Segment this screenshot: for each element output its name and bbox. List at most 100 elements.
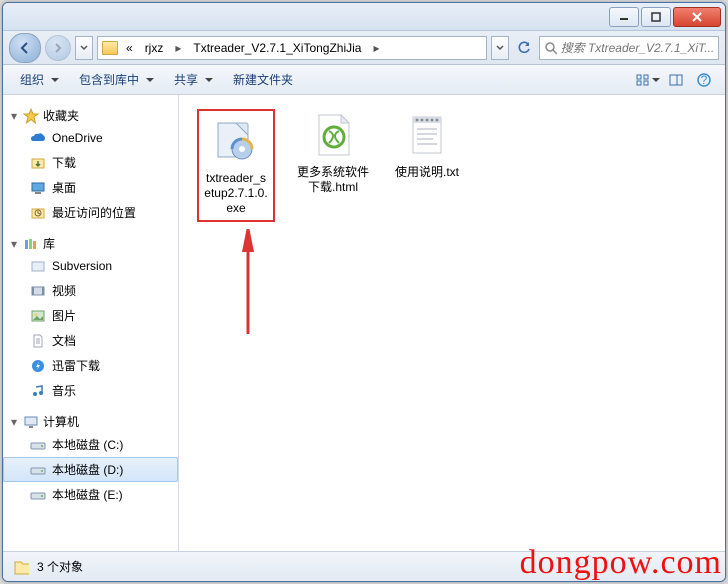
- view-options-button[interactable]: [635, 69, 661, 91]
- file-item[interactable]: txtreader_setup2.7.1.0.exe: [197, 109, 275, 222]
- sidebar-item-subversion[interactable]: Subversion: [3, 254, 178, 278]
- sidebar-item-thunder[interactable]: 迅雷下载: [3, 353, 178, 378]
- address-bar: « rjxz ▸ Txtreader_V2.7.1_XiTongZhiJia ▸: [3, 31, 725, 65]
- new-folder-button[interactable]: 新建文件夹: [224, 67, 302, 92]
- status-bar: 3 个对象: [3, 551, 725, 581]
- minimize-icon: [619, 12, 629, 22]
- collapse-icon: ▾: [9, 109, 19, 123]
- sidebar-item-label: OneDrive: [52, 131, 103, 145]
- refresh-button[interactable]: [513, 36, 535, 60]
- sidebar-item-label: 下载: [52, 154, 76, 171]
- documents-icon: [30, 333, 46, 349]
- drive-icon: [30, 487, 46, 503]
- sidebar-header-computer[interactable]: ▾ 计算机: [3, 411, 178, 432]
- svg-text:?: ?: [701, 73, 708, 87]
- sidebar-item-label: 最近访问的位置: [52, 204, 136, 221]
- explorer-window: « rjxz ▸ Txtreader_V2.7.1_XiTongZhiJia ▸…: [2, 2, 726, 582]
- sidebar-item-music[interactable]: 音乐: [3, 378, 178, 403]
- breadcrumb-dropdown[interactable]: [491, 36, 509, 60]
- sidebar-item-onedrive[interactable]: OneDrive: [3, 126, 178, 150]
- preview-pane-button[interactable]: [663, 69, 689, 91]
- sidebar-label: 计算机: [43, 413, 79, 430]
- sidebar-item-recent[interactable]: 最近访问的位置: [3, 200, 178, 225]
- files-container: txtreader_setup2.7.1.0.exe 更多系统软件下载.html…: [179, 95, 725, 236]
- sidebar-item-videos[interactable]: 视频: [3, 278, 178, 303]
- view-icon: [636, 74, 649, 86]
- sidebar-item-label: Subversion: [52, 259, 112, 273]
- search-icon: [544, 41, 557, 55]
- include-in-library-button[interactable]: 包含到库中: [70, 67, 163, 92]
- help-button[interactable]: ?: [691, 69, 717, 91]
- music-icon: [30, 383, 46, 399]
- drive-icon: [30, 462, 46, 478]
- annotation-arrow-icon: [233, 229, 263, 339]
- recent-icon: [30, 205, 46, 221]
- file-name: 使用说明.txt: [395, 165, 459, 180]
- sidebar-group-favorites: ▾ 收藏夹 OneDrive 下载 桌面: [3, 105, 178, 225]
- sidebar-item-downloads[interactable]: 下载: [3, 150, 178, 175]
- arrow-right-icon: [52, 42, 64, 54]
- chevron-down-icon: [80, 45, 88, 51]
- arrow-left-icon: [18, 41, 32, 55]
- toolbar: 组织 包含到库中 共享 新建文件夹 ?: [3, 65, 725, 95]
- toolbar-right: ?: [635, 69, 717, 91]
- sidebar-header-favorites[interactable]: ▾ 收藏夹: [3, 105, 178, 126]
- pictures-icon: [30, 308, 46, 324]
- sidebar-label: 库: [43, 235, 55, 252]
- file-name: txtreader_setup2.7.1.0.exe: [203, 171, 269, 216]
- libraries-icon: [23, 236, 39, 252]
- sidebar-item-label: 音乐: [52, 382, 76, 399]
- search-box[interactable]: [539, 36, 719, 60]
- breadcrumb[interactable]: « rjxz ▸ Txtreader_V2.7.1_XiTongZhiJia ▸: [97, 36, 487, 60]
- folder-icon: [13, 559, 29, 575]
- favorites-icon: [23, 108, 39, 124]
- pane-icon: [669, 74, 683, 86]
- sidebar-item-label: 本地磁盘 (C:): [52, 436, 123, 453]
- breadcrumb-item[interactable]: rjxz: [141, 39, 168, 57]
- sidebar-label: 收藏夹: [43, 107, 79, 124]
- installer-icon: [210, 115, 262, 167]
- computer-icon: [23, 414, 39, 430]
- sidebar-item-label: 桌面: [52, 179, 76, 196]
- status-object-count: 3 个对象: [37, 558, 83, 575]
- file-list[interactable]: txtreader_setup2.7.1.0.exe 更多系统软件下载.html…: [179, 95, 725, 551]
- sidebar-item-pictures[interactable]: 图片: [3, 303, 178, 328]
- titlebar: [3, 3, 725, 31]
- breadcrumb-item[interactable]: Txtreader_V2.7.1_XiTongZhiJia: [189, 39, 365, 57]
- sidebar-item-label: 文档: [52, 332, 76, 349]
- minimize-button[interactable]: [609, 7, 639, 27]
- video-icon: [30, 283, 46, 299]
- sidebar-group-libraries: ▾ 库 Subversion 视频 图片 文档 迅雷下载 音乐: [3, 233, 178, 403]
- organize-button[interactable]: 组织: [11, 67, 68, 92]
- sidebar-group-computer: ▾ 计算机 本地磁盘 (C:) 本地磁盘 (D:) 本地磁盘 (E:): [3, 411, 178, 507]
- close-button[interactable]: [673, 7, 721, 27]
- nav-history-dropdown[interactable]: [75, 36, 93, 60]
- share-button[interactable]: 共享: [165, 67, 222, 92]
- sidebar-item-drive-c[interactable]: 本地磁盘 (C:): [3, 432, 178, 457]
- sidebar-item-label: 迅雷下载: [52, 357, 100, 374]
- navigation-pane[interactable]: ▾ 收藏夹 OneDrive 下载 桌面: [3, 95, 179, 551]
- sidebar-item-label: 视频: [52, 282, 76, 299]
- chevron-right-icon: ▸: [369, 39, 383, 57]
- chevron-down-icon: [496, 45, 504, 51]
- file-item[interactable]: 使用说明.txt: [391, 109, 463, 180]
- txt-icon: [401, 109, 453, 161]
- file-item[interactable]: 更多系统软件下载.html: [297, 109, 369, 195]
- html-icon: [307, 109, 359, 161]
- sidebar-item-desktop[interactable]: 桌面: [3, 175, 178, 200]
- nav-forward-button[interactable]: [45, 35, 71, 61]
- nav-back-button[interactable]: [9, 33, 41, 63]
- breadcrumb-overflow[interactable]: «: [122, 39, 137, 57]
- maximize-button[interactable]: [641, 7, 671, 27]
- thunder-icon: [30, 358, 46, 374]
- window-buttons: [607, 7, 721, 27]
- sidebar-header-libraries[interactable]: ▾ 库: [3, 233, 178, 254]
- maximize-icon: [651, 12, 661, 22]
- sidebar-item-drive-e[interactable]: 本地磁盘 (E:): [3, 482, 178, 507]
- sidebar-item-documents[interactable]: 文档: [3, 328, 178, 353]
- sidebar-item-label: 本地磁盘 (D:): [52, 461, 123, 478]
- file-name: 更多系统软件下载.html: [297, 165, 369, 195]
- search-input[interactable]: [561, 41, 714, 55]
- collapse-icon: ▾: [9, 237, 19, 251]
- sidebar-item-drive-d[interactable]: 本地磁盘 (D:): [3, 457, 178, 482]
